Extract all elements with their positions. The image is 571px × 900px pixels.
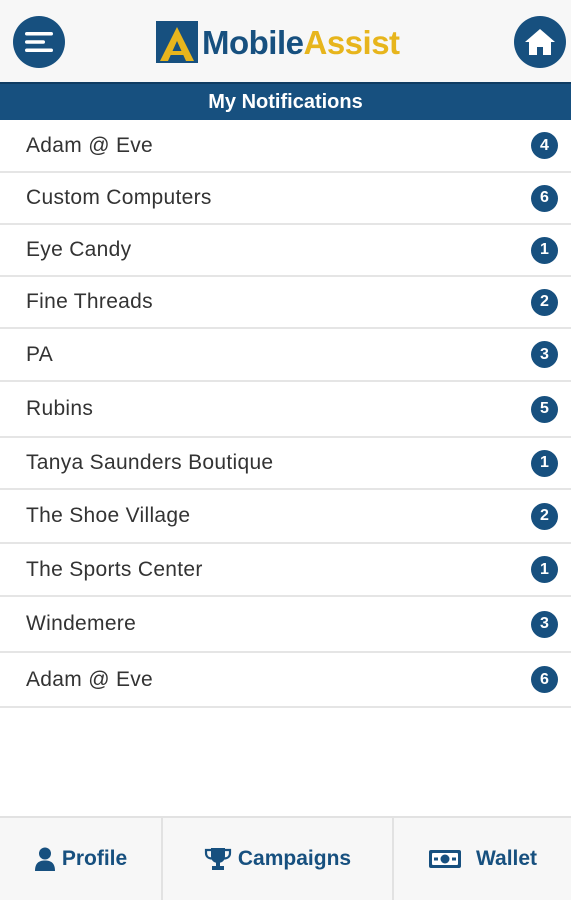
notification-count-badge: 1 (531, 236, 558, 264)
home-button[interactable] (514, 16, 566, 68)
notification-name: PA (26, 342, 54, 366)
notification-name: Adam @ Eve (26, 133, 154, 157)
logo-word-assist: Assist (303, 23, 401, 61)
hamburger-menu-icon (25, 32, 53, 52)
notification-name: The Sports Center (26, 557, 203, 581)
notification-row[interactable]: Windemere 3 (0, 597, 571, 653)
user-icon (34, 847, 55, 871)
notification-row[interactable]: Fine Threads 2 (0, 277, 571, 329)
notification-row[interactable]: Rubins 5 (0, 382, 571, 438)
notification-name: Tanya Saunders Boutique (26, 451, 274, 474)
home-icon (525, 29, 555, 55)
notification-name: Rubins (26, 397, 94, 420)
notification-count-badge: 2 (531, 502, 558, 530)
notification-row[interactable]: PA 3 (0, 329, 571, 382)
notification-count-badge: 3 (531, 610, 558, 638)
notification-row[interactable]: Adam @ Eve 6 (0, 653, 571, 708)
tab-campaigns[interactable]: Campaigns (163, 818, 394, 900)
tab-wallet-label: Wallet (475, 847, 538, 870)
notification-count-badge: 5 (531, 395, 558, 423)
tab-profile-label: Profile (61, 847, 128, 870)
notification-name: Fine Threads (26, 290, 153, 313)
notification-row[interactable]: The Shoe Village 2 (0, 490, 571, 544)
notification-row[interactable]: Custom Computers 6 (0, 173, 571, 225)
notification-count-badge: 6 (531, 666, 558, 693)
trophy-icon (204, 848, 231, 870)
notification-name: The Shoe Village (26, 504, 191, 527)
notifications-list: Adam @ Eve 4 Custom Computers 6 Eye Cand… (0, 120, 571, 708)
notification-count-badge: 6 (531, 184, 558, 212)
notification-name: Windemere (26, 612, 137, 635)
tab-campaigns-label: Campaigns (237, 847, 352, 870)
money-icon (428, 850, 461, 868)
notification-count-badge: 2 (531, 288, 558, 316)
page-title: My Notifications (208, 90, 363, 113)
notification-row[interactable]: Adam @ Eve 4 (0, 120, 571, 173)
notification-count-badge: 4 (531, 132, 558, 159)
notification-name: Adam @ Eve (26, 667, 154, 691)
tab-wallet[interactable]: Wallet (394, 818, 571, 900)
notification-count-badge: 3 (531, 341, 558, 368)
notification-count-badge: 1 (531, 449, 558, 477)
notification-name: Custom Computers (26, 186, 212, 209)
notification-row[interactable]: Tanya Saunders Boutique 1 (0, 438, 571, 490)
notification-count-badge: 1 (531, 556, 558, 583)
notification-row[interactable]: Eye Candy 1 (0, 225, 571, 277)
app-logo: MobileAssist (156, 19, 400, 65)
menu-button[interactable] (13, 16, 65, 68)
logo-mark-icon (156, 21, 198, 63)
bottom-nav: Profile Campaigns Wallet (0, 816, 571, 900)
logo-word-mobile: Mobile (202, 23, 304, 61)
tab-profile[interactable]: Profile (0, 818, 163, 900)
notification-row[interactable]: The Sports Center 1 (0, 544, 571, 597)
top-bar: MobileAssist (0, 0, 571, 82)
page-title-bar: My Notifications (0, 82, 571, 120)
notification-name: Eye Candy (26, 238, 132, 261)
logo-text: MobileAssist (202, 26, 400, 59)
